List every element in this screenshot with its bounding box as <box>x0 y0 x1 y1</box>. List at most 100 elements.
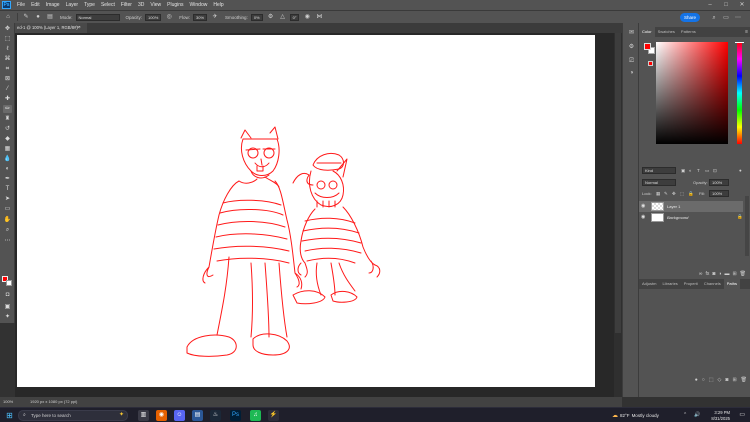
menu-edit[interactable]: Edit <box>31 2 40 8</box>
edit-toolbar-icon[interactable]: ⋯ <box>3 237 12 245</box>
notification-icon[interactable]: ▭ <box>739 411 745 420</box>
zoom-tool-icon[interactable]: ⌕ <box>3 226 12 234</box>
discord-icon[interactable]: ☺ <box>174 410 185 421</box>
gamut-warning-swatch[interactable] <box>648 61 653 66</box>
canvas[interactable] <box>17 35 595 387</box>
healing-brush-tool-icon[interactable]: ✚ <box>3 95 12 103</box>
steam-icon[interactable]: ♨ <box>210 410 221 421</box>
new-layer-icon[interactable]: ⊞ <box>732 269 736 279</box>
more-icon[interactable]: ⋯ <box>734 14 742 22</box>
menu-window[interactable]: Window <box>190 2 208 8</box>
panel-menu-icon[interactable]: ≡ <box>745 27 748 37</box>
layer-name[interactable]: Layer 1 <box>667 201 680 212</box>
lock-transparent-icon[interactable]: ▦ <box>656 189 660 199</box>
gradient-tool-icon[interactable]: ▦ <box>3 145 12 153</box>
menu-type[interactable]: Type <box>84 2 95 8</box>
hue-slider[interactable] <box>737 42 742 144</box>
lock-image-icon[interactable]: ✎ <box>664 189 668 199</box>
smoothing-settings-icon[interactable]: ⚙ <box>267 13 275 21</box>
stroke-path-icon[interactable]: ○ <box>702 375 705 385</box>
new-path-icon[interactable]: ⊞ <box>732 375 736 385</box>
close-icon[interactable]: ✕ <box>734 0 750 10</box>
quick-mask-icon[interactable]: ◘ <box>3 291 12 299</box>
type-tool-icon[interactable]: T <box>3 185 12 193</box>
vertical-scrollbar[interactable] <box>614 33 622 397</box>
visibility-eye-icon[interactable]: ◉ <box>641 212 645 223</box>
weather-widget[interactable]: ☁ 82°F Mostly cloudy <box>612 408 659 422</box>
minimize-icon[interactable]: – <box>702 0 718 10</box>
layers-scrollbar[interactable] <box>745 196 749 256</box>
tab-color[interactable]: Color <box>639 27 655 37</box>
path-selection-tool-icon[interactable]: ➤ <box>3 195 12 203</box>
file-explorer-icon[interactable]: ▤ <box>192 410 203 421</box>
rectangle-tool-icon[interactable]: ▭ <box>3 205 12 213</box>
eyedropper-tool-icon[interactable]: ⁄ <box>3 85 12 93</box>
menu-plugins[interactable]: Plugins <box>167 2 183 8</box>
tab-adjustments[interactable]: Adjustm <box>639 279 659 289</box>
history-brush-tool-icon[interactable]: ↺ <box>3 125 12 133</box>
scrollbar-thumb[interactable] <box>615 33 621 333</box>
tab-channels[interactable]: Channels <box>701 279 724 289</box>
kind-filter-select[interactable]: Kind <box>642 167 676 174</box>
spotify-icon[interactable]: ♫ <box>250 410 261 421</box>
layer-style-icon[interactable]: fx <box>705 269 709 279</box>
menu-filter[interactable]: Filter <box>121 2 132 8</box>
flow-field[interactable]: 30% <box>193 13 208 21</box>
volume-icon[interactable]: 🔊 <box>694 411 700 420</box>
search-icon[interactable]: ⌕ <box>710 14 718 22</box>
filter-smart-object-icon[interactable]: ⊡ <box>713 166 717 176</box>
hue-marker[interactable] <box>735 42 744 44</box>
menu-help[interactable]: Help <box>213 2 223 8</box>
angle-field[interactable]: 0° <box>289 13 300 21</box>
add-mask-icon[interactable]: ◙ <box>712 269 715 279</box>
menu-image[interactable]: Image <box>46 2 60 8</box>
firefox-icon[interactable]: ◉ <box>156 410 167 421</box>
pen-tool-icon[interactable]: ✒ <box>3 175 12 183</box>
crop-tool-icon[interactable]: ⌗ <box>3 65 12 73</box>
link-layers-icon[interactable]: ∞ <box>699 269 703 279</box>
brush-settings-icon[interactable]: ▤ <box>46 13 54 21</box>
add-mask-icon[interactable]: ◙ <box>725 375 728 385</box>
clone-stamp-tool-icon[interactable]: ♜ <box>3 115 12 123</box>
share-button[interactable]: Share <box>680 13 700 22</box>
history-icon[interactable]: ⎚ <box>627 57 636 66</box>
photoshop-taskbar-icon[interactable]: Ps <box>230 410 241 421</box>
filter-pixel-icon[interactable]: ▣ <box>681 166 685 176</box>
object-select-tool-icon[interactable]: ⌘ <box>3 55 12 63</box>
load-selection-icon[interactable]: ⬚ <box>709 375 714 385</box>
layer-name[interactable]: Background <box>667 212 688 223</box>
opacity-field[interactable]: 100% <box>145 13 162 21</box>
tab-properties[interactable]: Properti <box>681 279 701 289</box>
adjustments-icon[interactable]: ◑ <box>627 69 636 78</box>
fill-field[interactable]: 100% <box>709 190 729 197</box>
tab-paths[interactable]: Paths <box>723 279 740 289</box>
menu-select[interactable]: Select <box>101 2 115 8</box>
visibility-eye-icon[interactable]: ◉ <box>641 201 645 212</box>
layer-row-background[interactable]: ◉ Background 🔒 <box>639 212 743 223</box>
airbrush-icon[interactable]: ✈ <box>211 13 219 21</box>
menu-3d[interactable]: 3D <box>138 2 144 8</box>
layer-row-layer-1[interactable]: ◉ Layer 1 <box>639 201 743 212</box>
layer-opacity-field[interactable]: 100% <box>709 179 729 186</box>
saturation-field[interactable] <box>656 42 728 144</box>
windows-start-icon[interactable]: ⊞ <box>5 411 14 420</box>
screen-mode-icon[interactable]: ▣ <box>3 303 12 311</box>
color-panel-foreground[interactable] <box>644 43 651 50</box>
new-group-icon[interactable]: ▬ <box>724 269 729 279</box>
filter-type-icon[interactable]: T <box>697 166 700 176</box>
pressure-opacity-icon[interactable]: ◎ <box>165 13 173 21</box>
properties-icon[interactable]: ⚙ <box>627 43 636 52</box>
taskbar-clock[interactable]: 3:29 PM 8/31/2025 <box>711 410 730 421</box>
brush-tool-icon[interactable]: ✏ <box>3 105 12 113</box>
background-color-swatch[interactable] <box>6 280 12 286</box>
blur-tool-icon[interactable]: 💧 <box>3 155 12 163</box>
blend-mode-select[interactable]: Normal <box>642 179 676 186</box>
filter-toggle-icon[interactable]: ● <box>739 166 742 176</box>
maximize-icon[interactable]: □ <box>718 0 734 10</box>
smoothing-field[interactable]: 0% <box>250 13 263 21</box>
delete-layer-icon[interactable]: 🗑 <box>740 269 746 279</box>
generative-fill-icon[interactable]: ✦ <box>3 313 12 321</box>
home-icon[interactable]: ⌂ <box>4 13 12 21</box>
lock-artboard-icon[interactable]: ⬚ <box>680 189 684 199</box>
move-tool-icon[interactable]: ✥ <box>3 25 12 33</box>
